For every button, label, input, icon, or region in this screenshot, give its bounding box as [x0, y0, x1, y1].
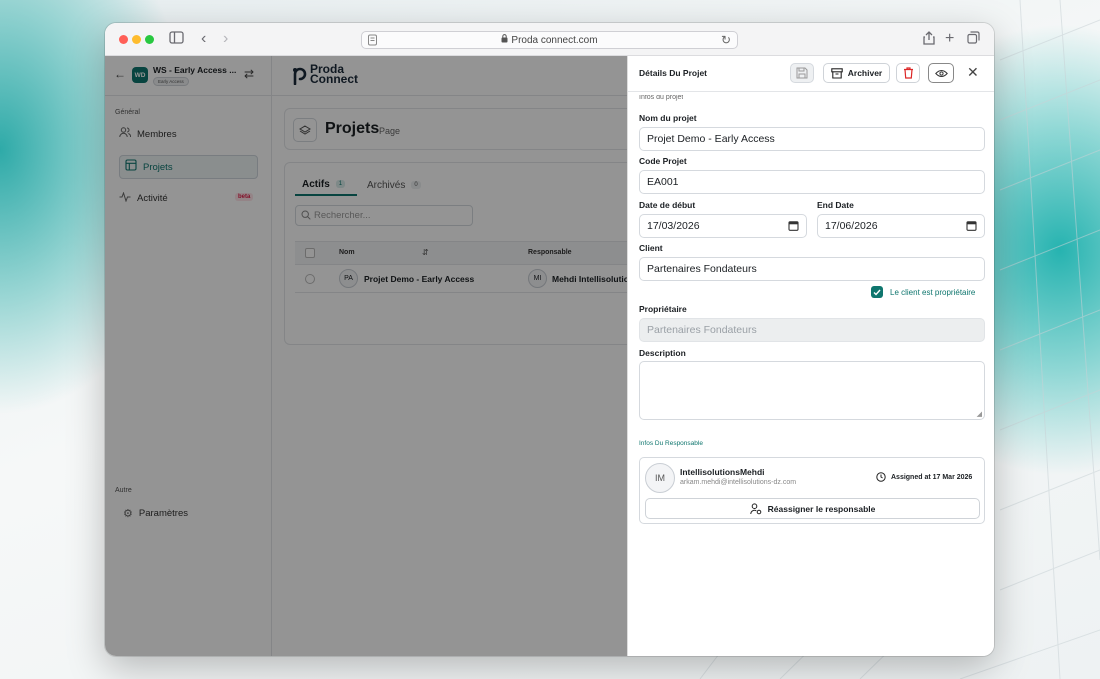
reassign-label: Réassigner le responsable: [767, 503, 876, 514]
calendar-icon[interactable]: [788, 220, 799, 234]
client-label: Client: [639, 243, 663, 253]
back-icon[interactable]: ‹: [201, 31, 206, 47]
tab-overview-icon[interactable]: [967, 31, 980, 47]
assigned-text: Assigned at 17 Mar 2026: [891, 473, 973, 481]
browser-window: ‹ › Proda connect.com ↻ + ← WD WS - Earl…: [105, 23, 994, 656]
project-code-field[interactable]: EA001: [639, 170, 985, 194]
preview-button[interactable]: [928, 63, 954, 83]
project-name-value: Projet Demo - Early Access: [647, 133, 775, 145]
avatar: IM: [645, 463, 675, 493]
close-icon[interactable]: ✕: [967, 65, 979, 79]
project-name-field[interactable]: Projet Demo - Early Access: [639, 127, 985, 151]
delete-button[interactable]: [896, 63, 920, 83]
zoom-window-button[interactable]: [145, 35, 154, 44]
description-label: Description: [639, 348, 686, 358]
save-icon: [796, 67, 808, 79]
start-date-label: Date de début: [639, 200, 696, 210]
page-settings-icon[interactable]: [367, 34, 378, 49]
code-label: Code Projet: [639, 156, 687, 166]
end-date-field[interactable]: 17/06/2026: [817, 214, 985, 238]
share-icon[interactable]: [923, 31, 935, 48]
address-bar[interactable]: Proda connect.com ↻: [361, 31, 738, 49]
owner-checkbox-label: Le client est propriétaire: [890, 287, 976, 297]
panel-title: Détails Du Projet: [639, 68, 708, 78]
reassign-button[interactable]: Réassigner le responsable: [645, 498, 980, 519]
save-button[interactable]: [790, 63, 814, 83]
end-date-label: End Date: [817, 200, 854, 210]
lock-icon: [501, 34, 508, 46]
panel-header: Détails Du Projet Archiver ✕: [628, 56, 994, 92]
owner-value: Partenaires Fondateurs: [647, 324, 757, 336]
calendar-icon[interactable]: [966, 220, 977, 234]
check-icon[interactable]: [871, 286, 883, 298]
name-label: Nom du projet: [639, 113, 697, 123]
responsible-section-title: Infos Du Responsable: [639, 440, 703, 447]
archive-label: Archiver: [847, 68, 883, 78]
clock-icon: [876, 472, 886, 482]
owner-field: Partenaires Fondateurs: [639, 318, 985, 342]
resize-handle-icon[interactable]: ◢: [977, 410, 982, 418]
app-content: ← WD WS - Early Access ... Early Access …: [105, 56, 994, 656]
project-code-value: EA001: [647, 176, 679, 188]
archive-button[interactable]: Archiver: [823, 63, 890, 83]
description-textarea[interactable]: ◢: [639, 361, 985, 420]
new-tab-icon[interactable]: +: [945, 31, 954, 47]
reload-icon[interactable]: ↻: [721, 33, 731, 47]
minimize-window-button[interactable]: [132, 35, 141, 44]
section-infos-projet: Infos du projet: [639, 95, 684, 101]
url-text: Proda connect.com: [511, 34, 598, 46]
responsible-email: arkam.mehdi@intellisolutions-dz.com: [680, 479, 797, 486]
trash-icon: [903, 67, 913, 79]
assigned-date: Assigned at 17 Mar 2026: [876, 472, 972, 482]
start-date-field[interactable]: 17/03/2026: [639, 214, 807, 238]
client-value: Partenaires Fondateurs: [647, 263, 757, 275]
close-window-button[interactable]: [119, 35, 128, 44]
responsible-name: IntellisolutionsMehdi: [680, 467, 765, 477]
responsible-card: IM IntellisolutionsMehdi arkam.mehdi@int…: [639, 457, 985, 524]
owner-checkbox-row[interactable]: Le client est propriétaire: [871, 286, 975, 298]
user-gear-icon: [749, 502, 761, 514]
project-details-panel: Détails Du Projet Archiver ✕ Infos du pr…: [627, 56, 994, 656]
modal-backdrop[interactable]: [105, 56, 627, 656]
start-date-value: 17/03/2026: [647, 220, 700, 232]
owner-label: Propriétaire: [639, 304, 687, 314]
eye-icon: [934, 69, 948, 77]
sidebar-toggle-icon[interactable]: [169, 31, 184, 47]
client-field[interactable]: Partenaires Fondateurs: [639, 257, 985, 281]
end-date-value: 17/06/2026: [825, 220, 878, 232]
browser-titlebar: ‹ › Proda connect.com ↻ +: [105, 23, 994, 56]
archive-icon: [831, 67, 843, 79]
forward-icon[interactable]: ›: [223, 31, 228, 47]
